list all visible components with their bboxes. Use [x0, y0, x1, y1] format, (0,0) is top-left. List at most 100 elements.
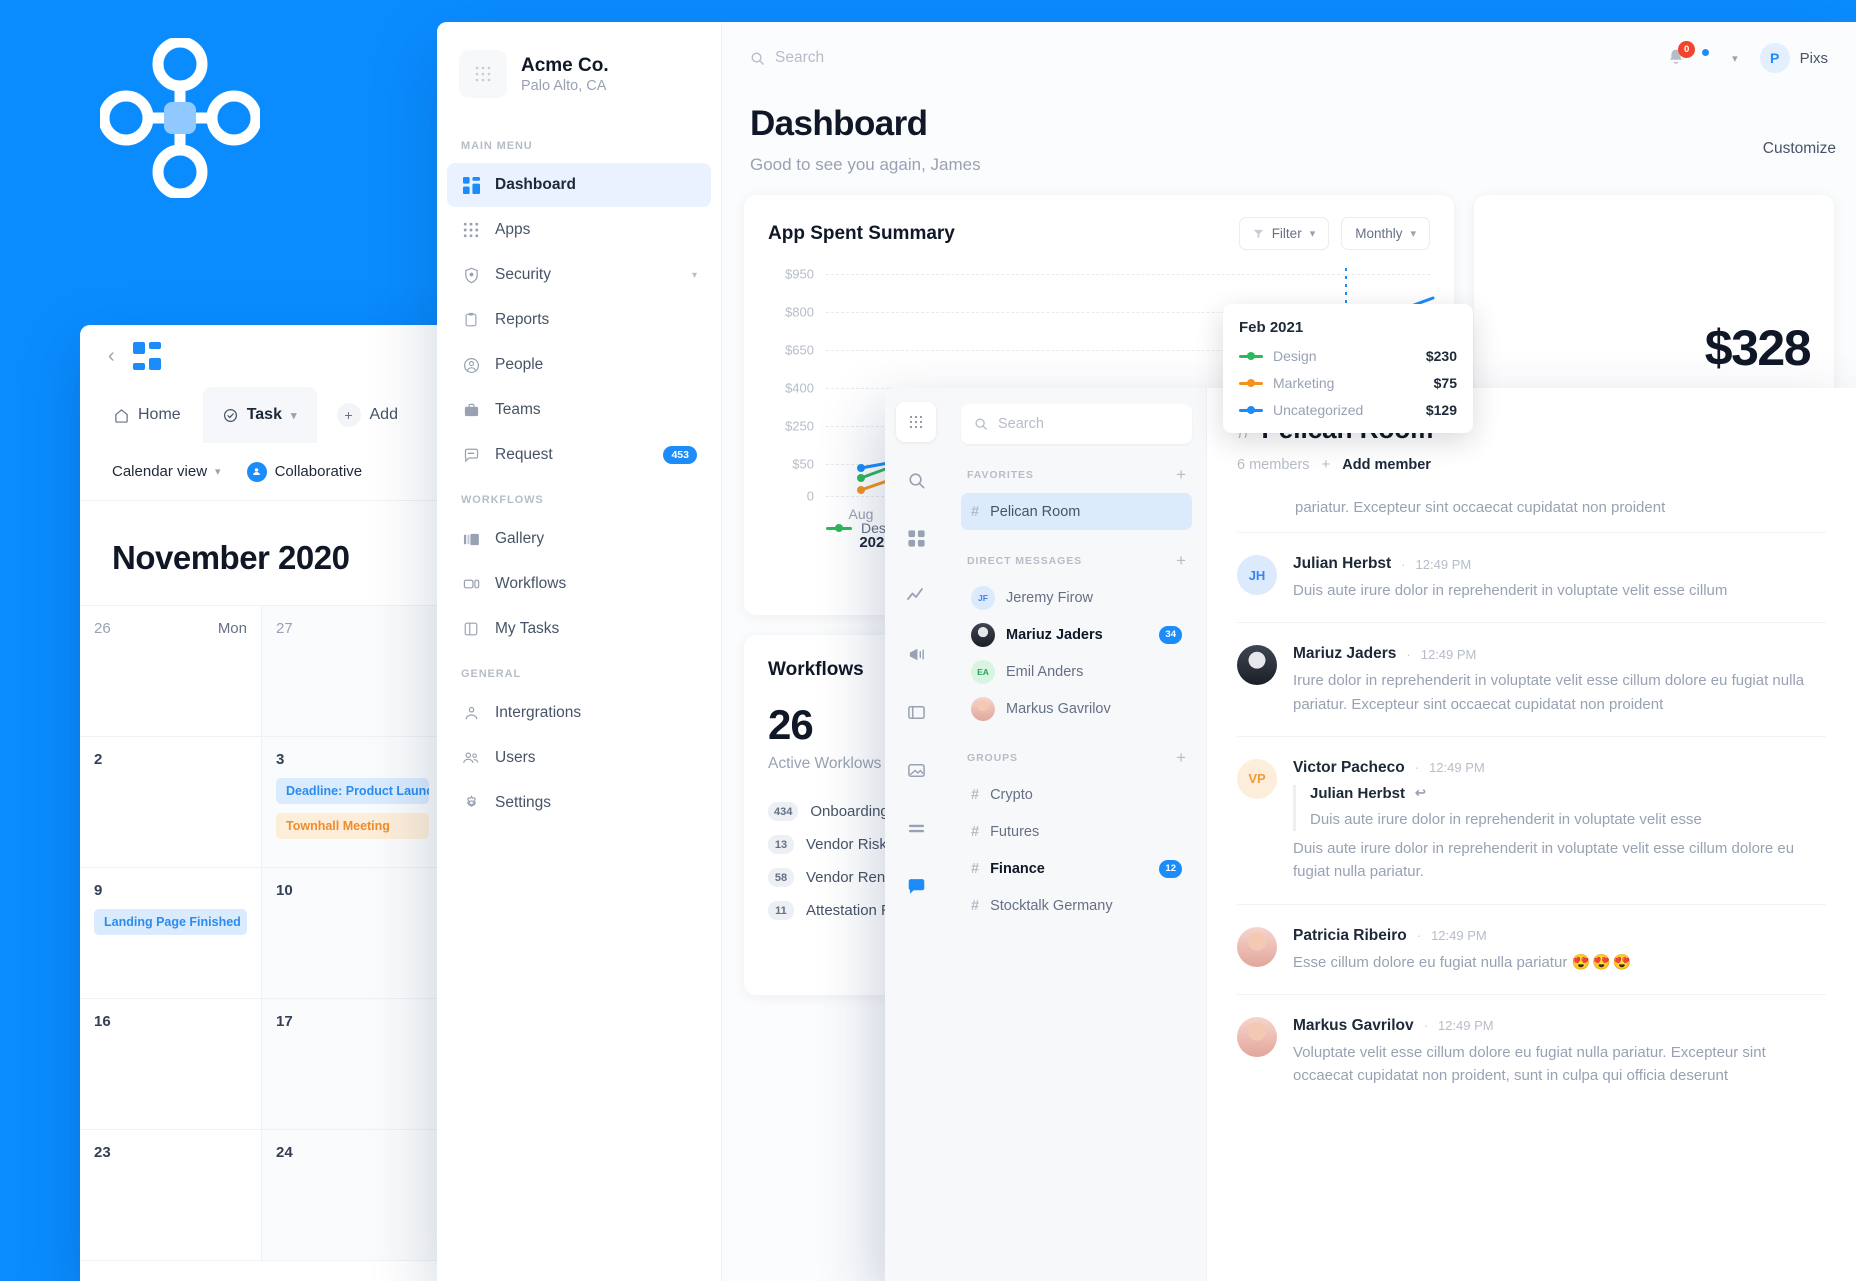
range-selector[interactable]: Monthly ▾: [1341, 217, 1431, 250]
avatar: [1237, 926, 1277, 967]
calendar-event[interactable]: Landing Page Finished: [94, 909, 247, 935]
plus-icon[interactable]: +: [1176, 466, 1186, 483]
unread-badge: 12: [1159, 859, 1182, 878]
chevron-left-icon[interactable]: ‹: [108, 346, 115, 366]
hash-icon: #: [971, 897, 980, 914]
calendar-cell[interactable]: 16: [80, 999, 262, 1130]
sidebar-item-apps[interactable]: Apps: [447, 208, 711, 252]
calendar-cell[interactable]: 17: [262, 999, 444, 1130]
sidebar-item-dashboard[interactable]: Dashboard: [447, 163, 711, 207]
apps-grid-icon[interactable]: [896, 518, 936, 558]
message-time: 12:49 PM: [1415, 556, 1472, 572]
users-icon: [246, 461, 267, 482]
dots-grid-icon[interactable]: [896, 402, 936, 442]
news-icon[interactable]: [896, 692, 936, 732]
org-name: Acme Co.: [521, 55, 609, 77]
chat-dm-jeremy-firow[interactable]: JF Jeremy Firow: [961, 579, 1192, 616]
tab-add[interactable]: + Add: [319, 387, 416, 443]
message-list[interactable]: pariatur. Excepteur sint occaecat cupida…: [1237, 489, 1826, 1107]
calendar-cell[interactable]: 26 Mon: [80, 606, 262, 737]
chevron-down-icon[interactable]: ▾: [1732, 52, 1738, 65]
activity-icon[interactable]: [896, 576, 936, 616]
calendar-day-number: 24: [276, 1144, 293, 1161]
plan-label: Pixs: [1799, 49, 1828, 67]
plus-icon[interactable]: +: [1176, 552, 1186, 569]
sidebar-item-intergrations[interactable]: Intergrations: [447, 691, 711, 735]
chat-bubble-icon[interactable]: [896, 866, 936, 906]
plan-indicator[interactable]: P Pixs: [1759, 43, 1828, 73]
calendar-cell[interactable]: 10: [262, 868, 444, 999]
chat-bubble-icon: [461, 445, 481, 465]
topbar-right: 0 ▾ P Pixs: [1666, 41, 1828, 73]
avatar: [971, 622, 995, 647]
tab-task[interactable]: Task ▾: [202, 387, 317, 443]
sidebar-item-security[interactable]: Security ▾: [447, 253, 711, 297]
message-time: 12:49 PM: [1429, 760, 1485, 776]
calendar-cell[interactable]: 3 Deadline: Product Launch Townhall Meet…: [262, 737, 444, 868]
plus-icon[interactable]: +: [1176, 749, 1186, 766]
sidebar-item-users[interactable]: Users: [447, 736, 711, 780]
global-search[interactable]: Search: [750, 49, 824, 67]
chat-channel-futures[interactable]: # Futures: [961, 813, 1192, 850]
sidebar-item-label: Users: [495, 749, 536, 766]
chat-dm-markus-gavrilov[interactable]: Markus Gavrilov: [961, 690, 1192, 727]
calendar-day-number: 26: [94, 620, 111, 637]
sidebar-item-reports[interactable]: Reports: [447, 298, 711, 342]
calendar-view-selector[interactable]: Calendar view ▾: [112, 463, 221, 480]
room-meta: 6 members + Add member: [1237, 456, 1826, 473]
add-member-button[interactable]: Add member: [1342, 457, 1431, 473]
sidebar-item-workflows[interactable]: Workflows: [447, 562, 711, 606]
sidebar-item-settings[interactable]: Settings: [447, 781, 711, 825]
y-tick-label: $650: [785, 342, 814, 358]
sidebar-section-label: GENERAL: [461, 668, 522, 680]
filter-button[interactable]: Filter ▾: [1238, 217, 1330, 250]
calendar-cell[interactable]: 9 Landing Page Finished: [80, 868, 262, 999]
calendar-day-number: 16: [94, 1013, 111, 1030]
calendar-event[interactable]: Deadline: Product Launch: [276, 778, 429, 804]
chat-channel-pelican-room[interactable]: # Pelican Room: [961, 493, 1192, 530]
org-switcher[interactable]: Acme Co. Palo Alto, CA: [437, 22, 721, 124]
sidebar-item-teams[interactable]: Teams: [447, 388, 711, 432]
collaborative-toggle[interactable]: Collaborative: [246, 461, 363, 482]
tooltip-series-value: $230: [1425, 348, 1457, 364]
chevron-down-icon[interactable]: ▾: [291, 409, 297, 422]
app-grid-logo-icon[interactable]: [132, 342, 161, 370]
message-author: Patricia Ribeiro: [1293, 926, 1407, 944]
calendar-event[interactable]: Townhall Meeting: [276, 813, 429, 839]
megaphone-icon[interactable]: [896, 634, 936, 674]
calendar-cell[interactable]: 24: [262, 1130, 444, 1261]
chat-channel-finance[interactable]: # Finance 12: [961, 850, 1192, 887]
gear-icon: [461, 793, 481, 813]
sidebar-item-request[interactable]: Request 453: [447, 433, 711, 477]
shield-icon: [461, 265, 481, 285]
avatar: [971, 696, 995, 721]
chat-dm-mariuz-jaders[interactable]: Mariuz Jaders 34: [961, 616, 1192, 653]
search-icon[interactable]: [896, 460, 936, 500]
image-icon[interactable]: [896, 750, 936, 790]
chat-channel-stocktalk-germany[interactable]: # Stocktalk Germany: [961, 887, 1192, 924]
message-text: Irure dolor in reprehenderit in voluptat…: [1293, 672, 1805, 713]
collaborative-label: Collaborative: [274, 463, 363, 480]
customize-button[interactable]: Customize: [1763, 140, 1836, 158]
sidebar-item-label: Reports: [495, 311, 550, 328]
brand-logo: [100, 38, 260, 198]
chat-section-label: FAVORITES: [967, 468, 1034, 481]
calendar-cell[interactable]: 23: [80, 1130, 262, 1261]
y-tick-label: 0: [806, 488, 814, 504]
unread-badge: 34: [1159, 625, 1182, 644]
chevron-down-icon[interactable]: ▾: [692, 270, 697, 281]
list-icon[interactable]: [896, 808, 936, 848]
sidebar-item-gallery[interactable]: Gallery: [447, 517, 711, 561]
tab-home[interactable]: Home: [94, 387, 201, 443]
notifications-button[interactable]: 0: [1666, 41, 1696, 69]
sidebar-item-people[interactable]: People: [447, 343, 711, 387]
calendar-cell[interactable]: 27: [262, 606, 444, 737]
separator-dot: ·: [1423, 1018, 1428, 1034]
calendar-cell[interactable]: 2: [80, 737, 262, 868]
chat-search-input[interactable]: Search: [961, 404, 1192, 444]
chat-dm-emil-anders[interactable]: EA Emil Anders: [961, 653, 1192, 690]
plus-icon[interactable]: +: [1322, 456, 1331, 473]
chat-channel-crypto[interactable]: # Crypto: [961, 776, 1192, 813]
workflow-count-badge: 434: [768, 802, 799, 821]
sidebar-item-my-tasks[interactable]: My Tasks: [447, 607, 711, 651]
